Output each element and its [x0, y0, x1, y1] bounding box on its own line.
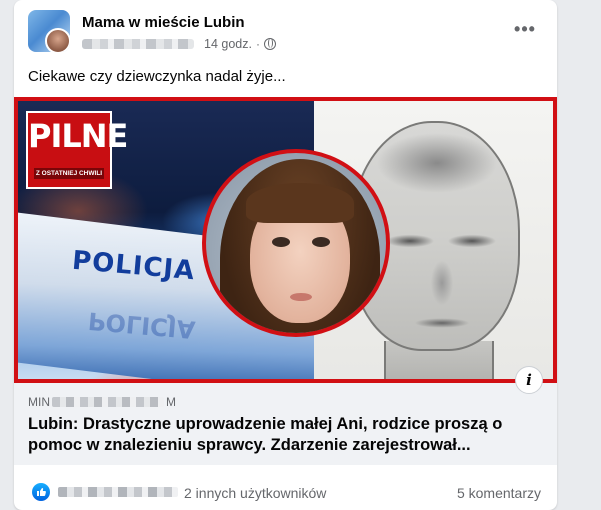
avatar-photo [45, 28, 70, 52]
link-domain-suffix: M [166, 395, 176, 409]
link-domain-prefix: MIN [28, 395, 50, 409]
reactions-others[interactable]: 2 innych użytkowników [184, 485, 326, 501]
post-time[interactable]: 14 godz. [204, 37, 252, 51]
girl-lips [290, 293, 312, 301]
girl-eye-left [272, 237, 290, 247]
girl-eye-right [312, 237, 330, 247]
post-image[interactable]: POLICJA POLICJA PILNE Z OSTATNIEJ CHWILI [14, 97, 557, 383]
more-icon: ••• [514, 18, 536, 39]
more-options-button[interactable]: ••• [511, 18, 539, 40]
urgent-badge-title: PILNE [28, 117, 128, 155]
urgent-badge-subtitle: Z OSTATNIEJ CHWILI [34, 168, 104, 179]
reactions-bar: 2 innych użytkowników 5 komentarzy [14, 465, 557, 510]
post-card: Mama w mieście Lubin 14 godz. · ••• Ciek… [14, 0, 557, 510]
link-preview[interactable]: MIN M Lubin: Drastyczne uprowadzenie mał… [14, 383, 557, 465]
post-header: Mama w mieście Lubin 14 godz. · ••• [14, 0, 557, 64]
urgent-badge: PILNE Z OSTATNIEJ CHWILI [26, 111, 128, 189]
page-name[interactable]: Mama w mieście Lubin [82, 14, 245, 31]
globe-icon [263, 38, 276, 50]
like-icon[interactable] [32, 483, 50, 501]
link-title[interactable]: Lubin: Drastyczne uprowadzenie małej Ani… [28, 414, 543, 456]
girl-portrait [202, 149, 390, 337]
info-icon[interactable]: i [515, 366, 543, 394]
blurred-domain [52, 397, 164, 407]
girl-fringe [246, 183, 354, 223]
blurred-reactors [58, 487, 178, 497]
page-avatar[interactable] [28, 10, 70, 52]
thumbs-up-icon [37, 488, 46, 496]
blurred-author [82, 39, 194, 49]
post-meta: 14 godz. · [82, 36, 276, 52]
link-domain: MIN M [28, 395, 176, 409]
post-text: Ciekawe czy dziewczynka nadal żyje... [28, 68, 286, 85]
meta-separator: · [255, 37, 260, 51]
comments-count[interactable]: 5 komentarzy [457, 485, 541, 501]
